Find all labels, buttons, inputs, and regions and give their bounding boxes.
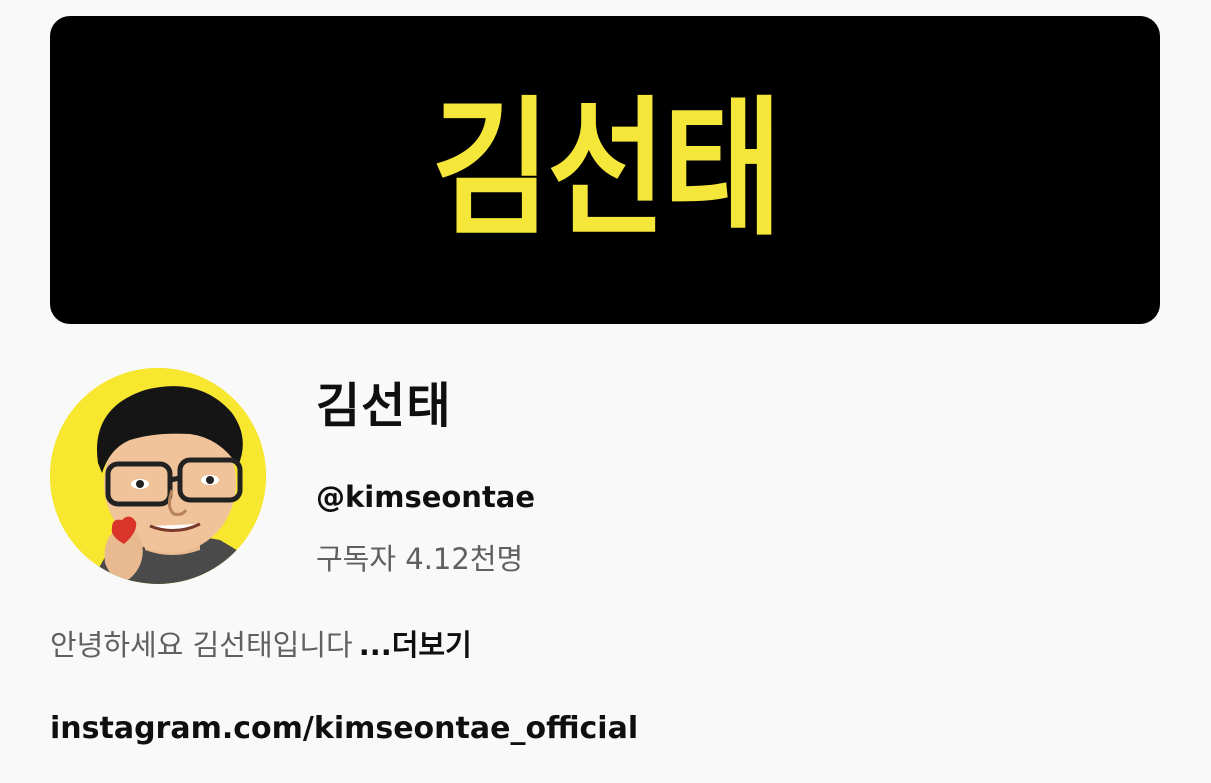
- channel-avatar[interactable]: [50, 368, 266, 584]
- channel-banner: 김선태: [50, 16, 1160, 324]
- channel-handle: @kimseontae: [316, 480, 536, 514]
- description-text: 안녕하세요 김선태입니다: [50, 628, 353, 662]
- more-button[interactable]: ...더보기: [359, 628, 472, 662]
- avatar-illustration: [50, 368, 266, 584]
- channel-description: 안녕하세요 김선태입니다 ...더보기: [50, 628, 472, 663]
- instagram-link[interactable]: instagram.com/kimseontae_official: [50, 711, 638, 747]
- channel-title: 김선태: [316, 378, 452, 434]
- subscriber-count: 구독자 4.12천명: [316, 542, 524, 576]
- banner-logo: 김선태: [432, 83, 783, 257]
- banner-logo-text: 김선태: [432, 83, 779, 257]
- channel-page: 김선태 김선태 @kimseontae 구독자 4.12천명 안녕하세요 김선태…: [0, 0, 1211, 783]
